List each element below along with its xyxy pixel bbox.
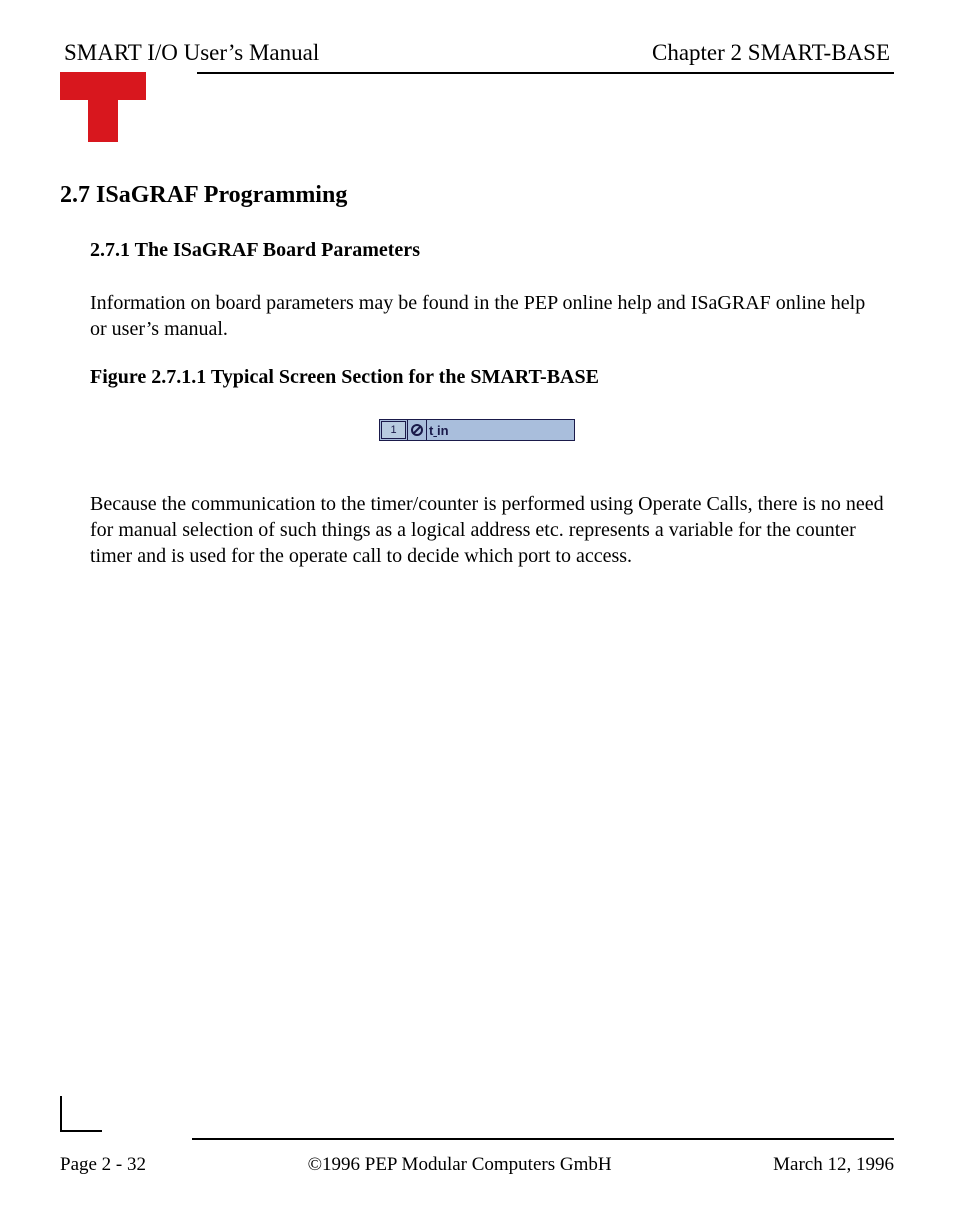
prohibit-icon	[408, 420, 427, 440]
io-index-cell: 1	[380, 420, 408, 440]
header-divider	[60, 72, 894, 142]
subsection-heading: 2.7.1 The ISaGRAF Board Parameters	[60, 239, 894, 262]
io-variable-label: t in	[427, 420, 574, 440]
footer-page-number: Page 2 - 32	[60, 1154, 146, 1176]
page-footer: Page 2 - 32 ©1996 PEP Modular Computers …	[60, 1096, 894, 1176]
footer-corner-mark	[60, 1096, 102, 1132]
io-variable-row: 1 t in	[379, 419, 575, 441]
page-header: SMART I/O User’s Manual Chapter 2 SMART-…	[60, 40, 894, 66]
figure-caption: Figure 2.7.1.1 Typical Screen Section fo…	[60, 366, 894, 389]
header-right: Chapter 2 SMART-BASE	[652, 40, 890, 66]
brand-logo	[60, 72, 146, 142]
figure-screenshot: 1 t in	[60, 419, 894, 441]
io-index-value: 1	[381, 421, 406, 439]
section-heading: 2.7 ISaGRAF Programming	[60, 182, 894, 209]
footer-date: March 12, 1996	[773, 1154, 894, 1176]
footer-copyright: ©1996 PEP Modular Computers GmbH	[146, 1154, 773, 1176]
body-paragraph-2: Because the communication to the timer/c…	[60, 491, 894, 569]
header-left: SMART I/O User’s Manual	[64, 40, 319, 66]
body-paragraph-1: Information on board parameters may be f…	[60, 290, 894, 342]
io-label-suffix: in	[437, 423, 449, 438]
